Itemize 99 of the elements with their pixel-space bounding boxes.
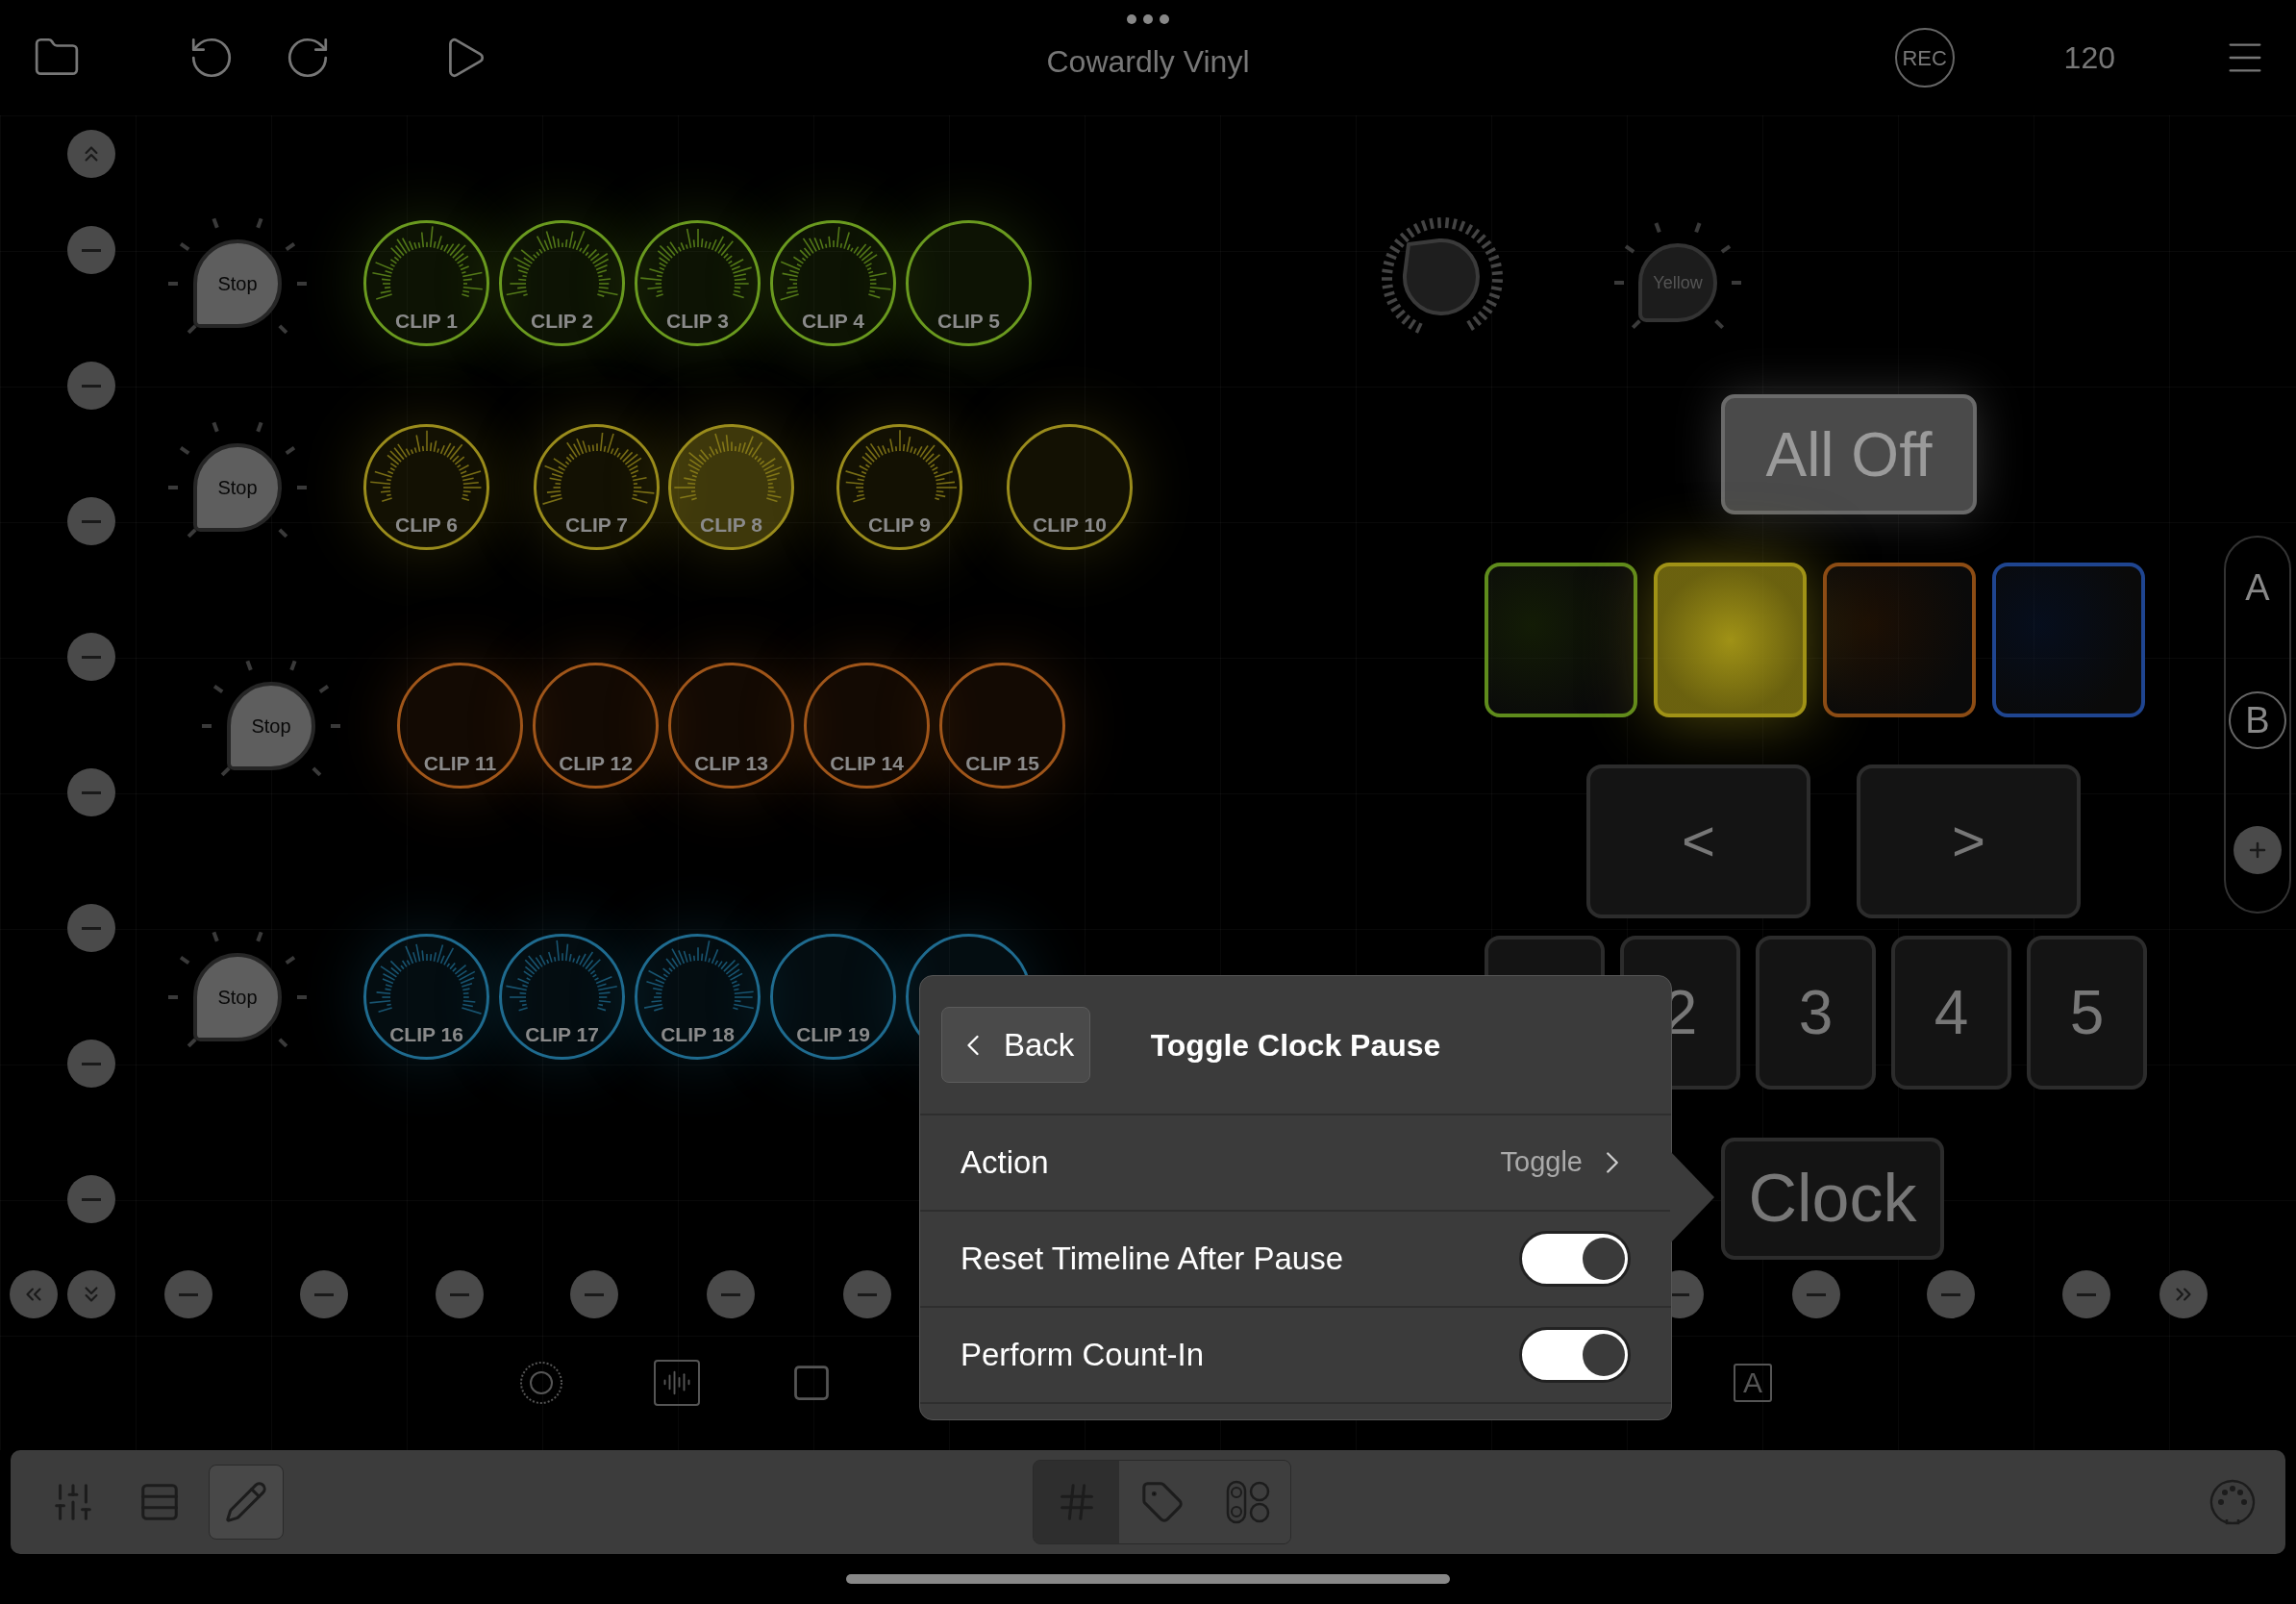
remove-button[interactable] bbox=[1792, 1270, 1840, 1318]
minus-icon bbox=[82, 1197, 101, 1201]
clip-pad[interactable]: CLIP 9 bbox=[836, 424, 962, 550]
clip-pad[interactable]: CLIP 17 bbox=[499, 934, 625, 1060]
remove-button[interactable] bbox=[570, 1270, 618, 1318]
minus-icon bbox=[179, 1292, 198, 1296]
nav-button[interactable]: > bbox=[1857, 764, 2081, 918]
remove-button[interactable] bbox=[707, 1270, 755, 1318]
remove-button[interactable] bbox=[67, 633, 115, 681]
clip-pad[interactable]: CLIP 13 bbox=[668, 663, 794, 789]
minus-icon bbox=[82, 519, 101, 523]
color-pad[interactable] bbox=[1485, 563, 1637, 717]
clip-pad[interactable]: CLIP 11 bbox=[397, 663, 523, 789]
setting-value[interactable]: Toggle bbox=[1500, 1141, 1583, 1184]
record-button[interactable]: REC bbox=[1894, 28, 1955, 88]
clip-pad[interactable]: CLIP 18 bbox=[635, 934, 761, 1060]
mode-button[interactable] bbox=[1119, 1461, 1205, 1543]
minus-icon bbox=[450, 1292, 469, 1296]
popover-title: Toggle Clock Pause bbox=[1150, 1026, 1441, 1065]
toolbar-button[interactable] bbox=[209, 1465, 284, 1540]
pads-icon bbox=[1224, 1479, 1271, 1525]
minus-icon bbox=[1670, 1292, 1689, 1296]
remove-button[interactable] bbox=[67, 497, 115, 545]
stop-knob[interactable]: Stop bbox=[193, 442, 282, 532]
minus-icon bbox=[82, 384, 101, 388]
scroll-up-button[interactable] bbox=[67, 130, 115, 178]
remove-button[interactable] bbox=[67, 1040, 115, 1088]
clip-pad[interactable]: CLIP 6 bbox=[363, 424, 489, 550]
waveform-tool-icon[interactable] bbox=[654, 1360, 700, 1406]
number-button[interactable]: 5 bbox=[2027, 936, 2147, 1090]
tag-icon bbox=[1139, 1480, 1185, 1524]
minus-icon bbox=[314, 1292, 334, 1296]
minus-icon bbox=[82, 926, 101, 930]
stop-knob[interactable]: Stop bbox=[227, 681, 315, 770]
clip-pad[interactable]: CLIP 8 bbox=[668, 424, 794, 550]
minus-icon bbox=[585, 1292, 604, 1296]
mode-button[interactable] bbox=[1034, 1461, 1119, 1543]
minus-icon bbox=[721, 1292, 740, 1296]
knob-tool-icon[interactable] bbox=[518, 1360, 564, 1406]
minus-icon bbox=[858, 1292, 877, 1296]
minus-icon bbox=[82, 1062, 101, 1065]
song-title: Cowardly Vinyl bbox=[1046, 43, 1250, 81]
clip-pad[interactable]: CLIP 1 bbox=[363, 220, 489, 346]
setting-label: Action bbox=[961, 1143, 1049, 1183]
setting-label: Perform Count-In bbox=[961, 1336, 1205, 1375]
clip-pad[interactable]: CLIP 19 bbox=[770, 934, 896, 1060]
color-pad[interactable] bbox=[1823, 563, 1976, 717]
minus-icon bbox=[82, 790, 101, 794]
minus-icon bbox=[82, 655, 101, 659]
remove-button[interactable] bbox=[1927, 1270, 1975, 1318]
minus-icon bbox=[82, 248, 101, 252]
number-button[interactable]: 3 bbox=[1756, 936, 1876, 1090]
clip-pad[interactable]: CLIP 16 bbox=[363, 934, 489, 1060]
scroll-left-button[interactable] bbox=[10, 1270, 58, 1318]
toggle-switch[interactable] bbox=[1519, 1231, 1631, 1287]
clip-pad[interactable]: CLIP 3 bbox=[635, 220, 761, 346]
color-pad[interactable] bbox=[1992, 563, 2145, 717]
page-button[interactable]: B bbox=[2229, 691, 2286, 749]
clip-pad[interactable]: CLIP 5 bbox=[906, 220, 1032, 346]
clip-pad[interactable]: CLIP 4 bbox=[770, 220, 896, 346]
color-pad[interactable] bbox=[1654, 563, 1807, 717]
remove-button[interactable] bbox=[67, 904, 115, 952]
clip-pad[interactable]: CLIP 14 bbox=[804, 663, 930, 789]
tempo-label[interactable]: 120 bbox=[2063, 35, 2115, 81]
nav-button[interactable]: < bbox=[1586, 764, 1810, 918]
number-button[interactable]: 4 bbox=[1891, 936, 2011, 1090]
back-button[interactable]: Back bbox=[941, 1007, 1090, 1083]
clip-pad[interactable]: CLIP 2 bbox=[499, 220, 625, 346]
remove-button[interactable] bbox=[843, 1270, 891, 1318]
remove-button[interactable] bbox=[300, 1270, 348, 1318]
remove-button[interactable] bbox=[164, 1270, 212, 1318]
remove-button[interactable] bbox=[436, 1270, 484, 1318]
midi-icon[interactable] bbox=[2208, 1477, 2258, 1527]
clip-pad[interactable]: CLIP 12 bbox=[533, 663, 659, 789]
remove-button[interactable] bbox=[67, 1175, 115, 1223]
setting-label: Reset Timeline After Pause bbox=[961, 1240, 1344, 1279]
clock-button[interactable]: Clock bbox=[1721, 1138, 1944, 1260]
clip-pad[interactable]: CLIP 15 bbox=[939, 663, 1065, 789]
more-dots-icon[interactable] bbox=[1126, 13, 1170, 25]
remove-button[interactable] bbox=[67, 226, 115, 274]
pencil-icon bbox=[224, 1480, 268, 1524]
scroll-down-button[interactable] bbox=[67, 1270, 115, 1318]
remove-button[interactable] bbox=[2062, 1270, 2110, 1318]
all-off-button[interactable]: All Off bbox=[1721, 394, 1977, 514]
stop-knob[interactable]: Stop bbox=[193, 952, 282, 1041]
clip-pad[interactable]: CLIP 7 bbox=[534, 424, 660, 550]
stop-knob[interactable]: Stop bbox=[193, 238, 282, 328]
remove-button[interactable] bbox=[67, 768, 115, 816]
clip-pad[interactable]: CLIP 10 bbox=[1007, 424, 1133, 550]
text-tool-icon[interactable]: A bbox=[1734, 1364, 1772, 1402]
minus-icon bbox=[2077, 1292, 2096, 1296]
mode-button[interactable] bbox=[1205, 1461, 1290, 1543]
minus-icon bbox=[1941, 1292, 1960, 1296]
add-page-button[interactable] bbox=[2234, 826, 2282, 874]
scroll-right-button[interactable] bbox=[2159, 1270, 2208, 1318]
page-button[interactable]: A bbox=[2229, 559, 2286, 616]
minus-icon bbox=[1807, 1292, 1826, 1296]
remove-button[interactable] bbox=[67, 362, 115, 410]
toggle-switch[interactable] bbox=[1519, 1327, 1631, 1383]
